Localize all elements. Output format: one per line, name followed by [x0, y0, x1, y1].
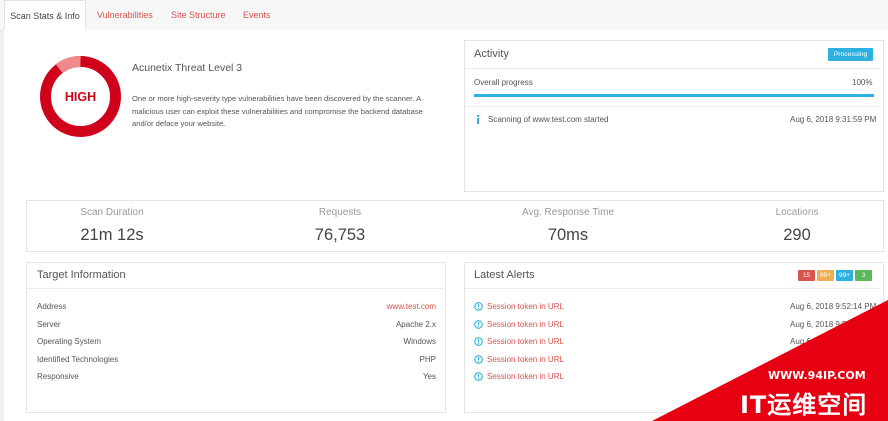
- alert-link[interactable]: Session token in URL: [487, 372, 564, 381]
- activity-event-text: Scanning of www.test.com started: [488, 115, 609, 124]
- alert-count-high: 15: [798, 270, 815, 281]
- activity-title: Activity: [474, 48, 509, 60]
- alert-time: Aug 6: [790, 337, 811, 346]
- stat-requests-value: 76,753: [314, 226, 366, 244]
- target-label-responsive: Responsive: [37, 372, 79, 381]
- progress-value: 100%: [852, 78, 873, 87]
- tab-vulnerabilities[interactable]: Vulnerabilities: [97, 0, 153, 30]
- target-label-technologies: Identified Technologies: [37, 355, 119, 364]
- alert-info-icon: [474, 372, 483, 381]
- target-value-server: Apache 2.x: [395, 320, 436, 329]
- alert-time: Aug 6, 2018 9:5: [790, 320, 847, 329]
- divider: [27, 288, 443, 289]
- stat-requests-label: Requests: [318, 207, 362, 218]
- alert-info-icon: [474, 302, 483, 311]
- alert-link[interactable]: Session token in URL: [487, 302, 564, 311]
- tab-events[interactable]: Events: [243, 0, 271, 30]
- target-address-link[interactable]: www.test.com: [387, 302, 436, 311]
- threat-title: Acunetix Threat Level 3: [132, 62, 243, 74]
- tab-scan-stats[interactable]: Scan Stats & Info: [4, 0, 86, 31]
- divider: [465, 106, 881, 107]
- target-value-technologies: PHP: [419, 355, 436, 364]
- progress-fill: [474, 94, 874, 97]
- target-info-title: Target Information: [37, 269, 126, 281]
- stat-response-time-value: 70ms: [547, 226, 589, 244]
- latest-alerts-title: Latest Alerts: [474, 269, 535, 281]
- progress-bar: [474, 94, 874, 97]
- stat-scan-duration-value: 21m 12s: [80, 226, 144, 244]
- tab-site-structure[interactable]: Site Structure: [171, 0, 226, 30]
- target-label-address: Address: [37, 302, 67, 311]
- alert-time: Aug 6, 2018 9:52:14 PM: [790, 302, 877, 311]
- alert-info-icon: [474, 320, 483, 329]
- alert-link[interactable]: Session token in URL: [487, 355, 564, 364]
- status-badge: Processing: [828, 48, 873, 61]
- progress-label: Overall progress: [474, 78, 533, 87]
- target-value-responsive: Yes: [422, 372, 436, 381]
- threat-description: One or more high-severity type vulnerabi…: [132, 94, 423, 129]
- stat-scan-duration-label: Scan Duration: [80, 207, 144, 218]
- info-icon: [477, 115, 479, 124]
- alert-count-medium: 99+: [817, 270, 834, 281]
- stat-locations-label: Locations: [775, 207, 819, 218]
- watermark-title: IT运维空间: [740, 391, 868, 419]
- divider: [465, 68, 881, 69]
- threat-level-gauge: HIGH: [40, 56, 121, 137]
- divider: [465, 288, 881, 289]
- target-label-server: Server: [37, 320, 61, 329]
- activity-event-time: Aug 6, 2018 9:31:59 PM: [790, 115, 877, 124]
- alert-link[interactable]: Session token in URL: [487, 320, 564, 329]
- alert-link[interactable]: Session token in URL: [487, 337, 564, 346]
- alert-info-icon: [474, 337, 483, 346]
- threat-level-badge: HIGH: [65, 90, 96, 104]
- alert-count-info: 3: [855, 270, 872, 281]
- target-label-os: Operating System: [37, 337, 102, 346]
- alert-info-icon: [474, 355, 483, 364]
- tab-bar: Scan Stats & Info Vulnerabilities Site S…: [0, 0, 888, 31]
- watermark-url: WWW.94IP.COM: [768, 369, 866, 382]
- alert-count-low: 99+: [836, 270, 853, 281]
- stat-response-time-label: Avg. Response Time: [521, 207, 615, 218]
- stat-locations-value: 290: [783, 226, 811, 244]
- target-value-os: Windows: [403, 337, 436, 346]
